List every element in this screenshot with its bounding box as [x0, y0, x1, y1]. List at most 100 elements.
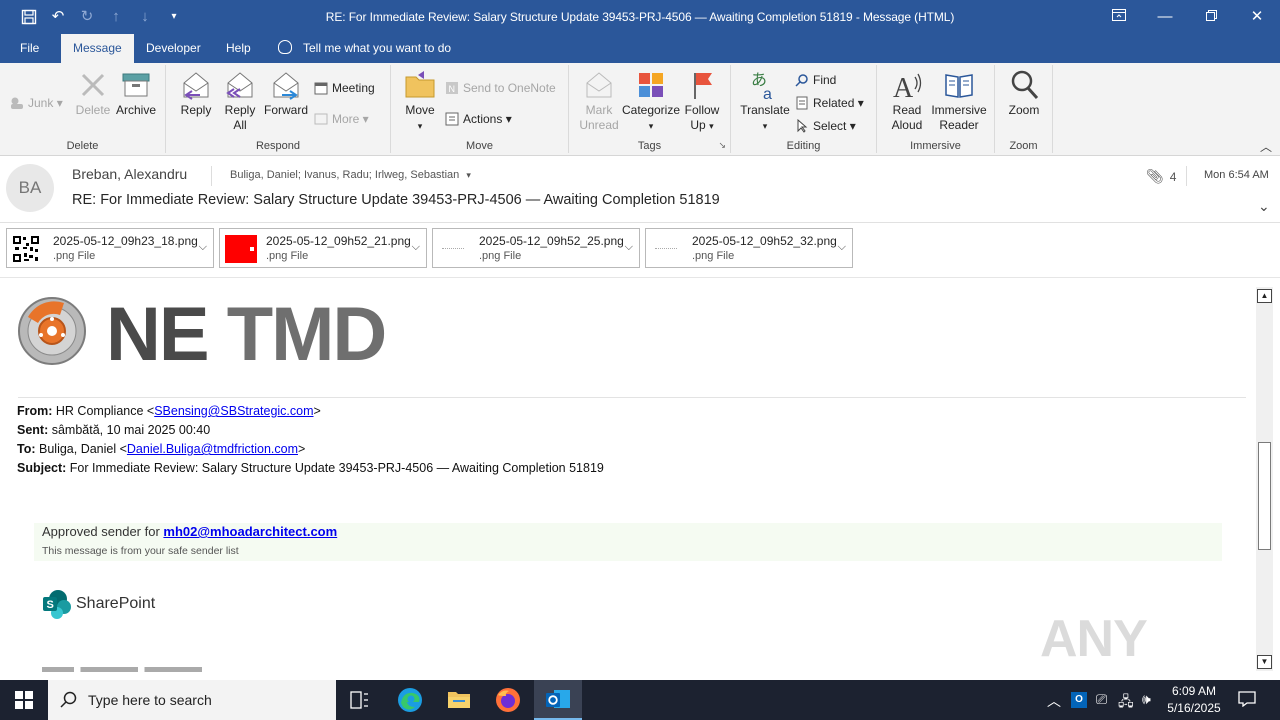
outlook-tray-icon[interactable]: O: [1071, 692, 1087, 708]
chevron-down-icon[interactable]: ⌵: [838, 241, 846, 254]
respond-group-label: Respond: [255, 140, 301, 152]
reply-icon: [180, 69, 212, 101]
expand-header-icon[interactable]: ⌄: [1258, 198, 1270, 215]
notifications-icon[interactable]: [1238, 691, 1256, 710]
more-respond-button[interactable]: More ▾: [314, 109, 369, 129]
move-group: Move ▾ N Send to OneNote Actions ▾ Move: [391, 65, 569, 153]
vertical-scrollbar[interactable]: ▲ ▼: [1256, 287, 1273, 671]
paperclip-icon: 📎︎: [1146, 168, 1164, 184]
taskbar: Type here to search ︿ O ⎚ 🖧︎ 🕪︎ 6:09 AM 5…: [0, 680, 1280, 720]
move-group-label: Move: [466, 140, 493, 152]
reply-button[interactable]: Reply: [176, 69, 216, 118]
forward-from-line: From: HR Compliance <SBensing@SBStrategi…: [17, 404, 321, 418]
file-explorer-button[interactable]: [435, 680, 483, 720]
ribbon-display-options-icon[interactable]: [1096, 4, 1142, 30]
recipients[interactable]: Buliga, Daniel; Ivanus, Radu; Irlweg, Se…: [230, 169, 471, 181]
task-view-button[interactable]: [336, 680, 384, 720]
related-button[interactable]: Related ▾: [795, 93, 864, 113]
attachment-bar: 2025-05-12_09h23_18.png .png File ⌵ 2025…: [0, 223, 1280, 278]
blank-image-thumbnail: [438, 235, 470, 263]
clock-date: 5/16/2025: [1167, 701, 1221, 715]
avatar: BA: [6, 164, 54, 212]
scroll-up-icon[interactable]: ▲: [1257, 289, 1272, 303]
attachment-4[interactable]: 2025-05-12_09h52_32.png .png File ⌵: [645, 228, 853, 268]
edge-button[interactable]: [386, 680, 434, 720]
folder-move-icon: [404, 69, 436, 101]
immersive-reader-button[interactable]: Immersive Reader: [929, 69, 989, 133]
to-email-link[interactable]: Daniel.Buliga@tmdfriction.com: [127, 442, 298, 456]
mark-unread-button[interactable]: Mark Unread: [577, 69, 621, 133]
flag-icon: [686, 69, 718, 101]
volume-icon[interactable]: 🕪︎: [1142, 691, 1151, 708]
firefox-button[interactable]: [484, 680, 532, 720]
tab-developer[interactable]: Developer: [134, 34, 213, 63]
attachment-1[interactable]: 2025-05-12_09h23_18.png .png File ⌵: [6, 228, 214, 268]
read-aloud-icon: A: [891, 69, 923, 104]
red-image-thumbnail: [225, 235, 257, 263]
logo-wordmark: NE TMD: [106, 292, 387, 377]
collapse-ribbon-icon[interactable]: ︿: [1260, 138, 1272, 155]
delete-button[interactable]: Delete: [74, 69, 112, 118]
tell-me-search[interactable]: Tell me what you want to do: [278, 34, 451, 63]
attachment-count: 📎︎ 4: [1146, 168, 1177, 184]
reply-all-button[interactable]: Reply All: [220, 69, 260, 133]
attachment-type: .png File: [479, 250, 522, 262]
message-header: [0, 156, 1280, 223]
outlook-icon: [546, 690, 570, 708]
outlook-button[interactable]: [534, 680, 582, 720]
restore-icon[interactable]: [1188, 4, 1234, 30]
sender-name[interactable]: Breban, Alexandru: [72, 166, 187, 182]
network-icon[interactable]: 🖧︎: [1118, 691, 1134, 715]
find-button[interactable]: Find: [795, 70, 836, 90]
scroll-thumb[interactable]: [1258, 442, 1271, 550]
from-email-link[interactable]: SBensing@SBStrategic.com: [154, 404, 313, 418]
minimize-icon[interactable]: —: [1142, 4, 1188, 30]
meeting-button[interactable]: Meeting: [314, 78, 375, 98]
ribbon-tabs: File Message Developer Help Tell me what…: [0, 34, 1280, 63]
read-aloud-button[interactable]: A Read Aloud: [885, 69, 929, 133]
select-button[interactable]: Select ▾: [795, 116, 856, 136]
sharepoint-icon: S: [43, 590, 71, 619]
tray-app-icon[interactable]: ⎚: [1096, 691, 1107, 708]
start-button[interactable]: [0, 680, 48, 720]
system-clock[interactable]: 6:09 AM 5/16/2025: [1158, 683, 1230, 717]
chevron-down-icon[interactable]: ⌵: [625, 241, 633, 254]
sharepoint-logo: S SharePoint: [42, 589, 155, 619]
tab-file[interactable]: File: [8, 34, 51, 63]
taskbar-search[interactable]: Type here to search: [48, 680, 336, 720]
close-icon[interactable]: ✕: [1234, 4, 1280, 30]
forward-icon: [270, 69, 302, 101]
tab-help[interactable]: Help: [214, 34, 263, 63]
junk-button[interactable]: Junk ▾: [10, 93, 63, 113]
editing-group: あa Translate ▾ Find Related ▾ Select ▾ Ed…: [731, 65, 877, 153]
zoom-group-label: Zoom: [1009, 140, 1038, 152]
translate-button[interactable]: あa Translate ▾: [739, 69, 791, 134]
show-hidden-icons-icon[interactable]: ︿: [1047, 691, 1061, 711]
chevron-down-icon[interactable]: ⌵: [412, 241, 420, 254]
header-divider-2: [1186, 166, 1187, 186]
attachment-2[interactable]: 2025-05-12_09h52_21.png .png File ⌵: [219, 228, 427, 268]
title-bar: ↶ ↻ ↑ ↓ ▾ RE: For Immediate Review: Sala…: [0, 0, 1280, 34]
chevron-down-icon[interactable]: ⌵: [199, 241, 207, 254]
lightbulb-icon: [278, 40, 292, 54]
archive-button[interactable]: Archive: [114, 69, 158, 118]
edge-icon: [398, 688, 422, 712]
actions-button[interactable]: Actions ▾: [445, 109, 512, 129]
svg-text:a: a: [763, 86, 772, 101]
forward-button[interactable]: Forward: [262, 69, 310, 118]
send-to-onenote-button[interactable]: N Send to OneNote: [445, 78, 556, 98]
categorize-button[interactable]: Categorize ▾: [621, 69, 681, 134]
attachment-3[interactable]: 2025-05-12_09h52_25.png .png File ⌵: [432, 228, 640, 268]
forward-to-line: To: Buliga, Daniel <Daniel.Buliga@tmdfri…: [17, 442, 306, 456]
actions-icon: [445, 112, 459, 126]
zoom-button[interactable]: Zoom: [1003, 69, 1045, 118]
clock-time: 6:09 AM: [1171, 684, 1217, 698]
move-button[interactable]: Move ▾: [401, 69, 439, 134]
anyrun-watermark: ANY RUN: [1040, 610, 1151, 680]
tab-message[interactable]: Message: [61, 34, 134, 63]
categorize-icon: [635, 69, 667, 101]
follow-up-button[interactable]: Follow Up ▾: [681, 69, 723, 134]
safe-sender-link[interactable]: mh02@mhoadarchitect.com: [163, 524, 337, 539]
translate-icon: あa: [749, 69, 781, 103]
scroll-down-icon[interactable]: ▼: [1257, 655, 1272, 669]
